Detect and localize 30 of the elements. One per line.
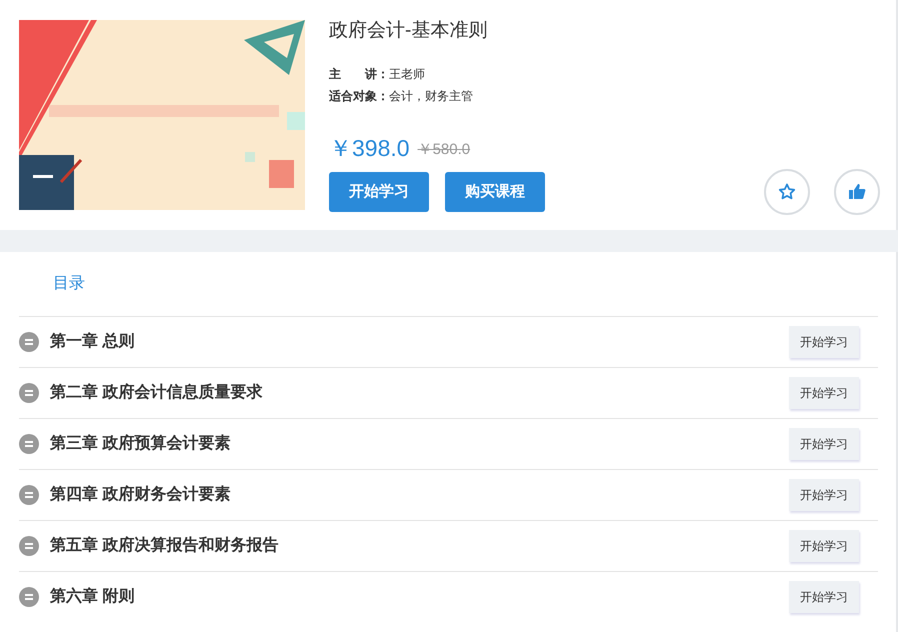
chapter-icon xyxy=(19,587,39,607)
buy-button[interactable]: 购买课程 xyxy=(445,172,545,212)
start-study-button[interactable]: 开始学习 xyxy=(789,479,859,511)
start-button[interactable]: 开始学习 xyxy=(329,172,429,212)
start-study-button[interactable]: 开始学习 xyxy=(789,428,859,460)
start-study-button[interactable]: 开始学习 xyxy=(789,581,859,613)
like-button[interactable] xyxy=(834,169,880,216)
thumbs-up-icon xyxy=(848,183,866,202)
chapter-title: 第一章 总则 xyxy=(50,331,134,352)
chapter-title: 第三章 政府预算会计要素 xyxy=(50,433,230,454)
chapter-title: 第四章 政府财务会计要素 xyxy=(50,484,230,505)
start-study-button[interactable]: 开始学习 xyxy=(789,377,859,409)
chapter-title: 第二章 政府会计信息质量要求 xyxy=(50,382,262,403)
course-title: 政府会计-基本准则 xyxy=(329,20,488,43)
meta-line: 适合对象：会计，财务主管 xyxy=(329,88,474,105)
chapter-title: 第六章 附则 xyxy=(50,586,134,607)
chapter-title: 第五章 政府决算报告和财务报告 xyxy=(50,535,278,556)
original-price: ￥580.0 xyxy=(418,140,470,160)
chapter-icon xyxy=(19,434,39,454)
chapter-icon xyxy=(19,383,39,403)
start-study-button[interactable]: 开始学习 xyxy=(789,326,859,358)
start-study-button[interactable]: 开始学习 xyxy=(789,530,859,562)
chapter-icon xyxy=(19,485,39,505)
favorite-button[interactable] xyxy=(764,169,810,216)
current-price: ￥398.0 xyxy=(329,134,410,163)
chapter-icon xyxy=(19,536,39,556)
meta-line: 主 讲：王老师 xyxy=(329,66,426,83)
star-icon xyxy=(778,183,796,202)
catalog-tab[interactable]: 目录 xyxy=(19,252,85,316)
chapter-icon xyxy=(19,332,39,352)
